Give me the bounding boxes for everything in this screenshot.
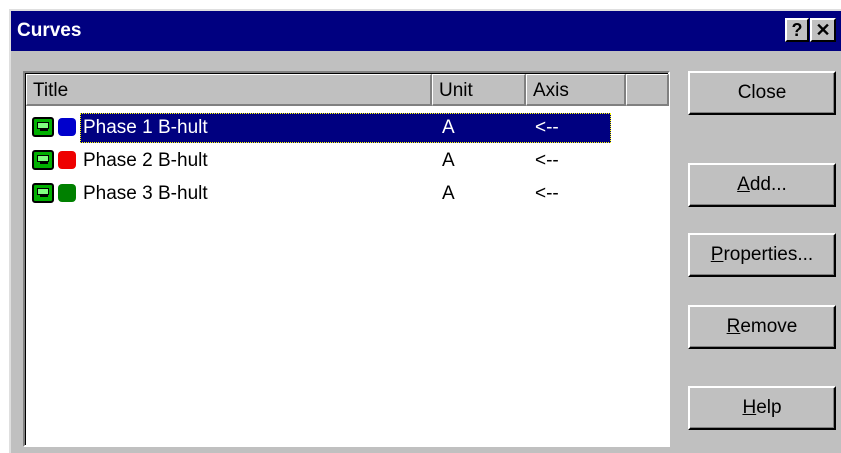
- properties-button-accel: P: [710, 244, 724, 265]
- window-title: Curves: [17, 20, 82, 41]
- curve-axis: <--: [535, 150, 559, 171]
- properties-button[interactable]: Properties...: [688, 233, 836, 277]
- curves-list[interactable]: Title Unit Axis Phase 1 B-hult A <-- Pha…: [23, 71, 670, 447]
- curve-unit: A: [442, 183, 455, 204]
- remove-button[interactable]: Remove: [688, 305, 836, 349]
- curve-icon: [32, 183, 54, 203]
- close-icon[interactable]: ✕: [810, 18, 836, 42]
- list-header: Title Unit Axis: [26, 74, 669, 106]
- help-button[interactable]: Help: [688, 386, 836, 430]
- close-button-label: Close: [737, 82, 787, 103]
- curve-title: Phase 1 B-hult: [80, 113, 611, 143]
- list-item[interactable]: Phase 2 B-hult A <--: [26, 146, 666, 176]
- column-header-title[interactable]: Title: [26, 74, 432, 106]
- curve-icon: [32, 117, 54, 137]
- color-swatch-icon: [58, 118, 76, 136]
- column-header-unit[interactable]: Unit: [432, 74, 526, 106]
- properties-button-label: roperties...: [723, 244, 814, 265]
- help-button-accel: H: [742, 397, 757, 418]
- add-button-label: dd...: [749, 174, 787, 195]
- column-header-axis[interactable]: Axis: [526, 74, 626, 106]
- close-button[interactable]: Close: [688, 71, 836, 115]
- column-header-filler: [626, 74, 669, 106]
- color-swatch-icon: [58, 151, 76, 169]
- curve-axis: <--: [535, 183, 559, 204]
- curves-dialog: Curves ? ✕ Title Unit Axis Phase 1 B-hul…: [9, 9, 841, 453]
- curve-icon: [32, 150, 54, 170]
- title-bar[interactable]: Curves ? ✕: [11, 11, 841, 51]
- remove-button-accel: R: [726, 316, 741, 337]
- curve-unit: A: [442, 117, 455, 138]
- color-swatch-icon: [58, 184, 76, 202]
- curve-unit: A: [442, 150, 455, 171]
- add-button[interactable]: Add...: [688, 163, 836, 207]
- help-icon[interactable]: ?: [785, 18, 809, 42]
- help-button-label: elp: [756, 397, 782, 418]
- list-item[interactable]: Phase 3 B-hult A <--: [26, 179, 666, 209]
- list-item[interactable]: Phase 1 B-hult A <--: [26, 113, 666, 143]
- curve-axis: <--: [535, 117, 559, 138]
- add-button-accel: A: [737, 174, 750, 195]
- curve-title: Phase 2 B-hult: [83, 150, 208, 171]
- curve-title: Phase 3 B-hult: [83, 183, 208, 204]
- remove-button-label: emove: [740, 316, 798, 337]
